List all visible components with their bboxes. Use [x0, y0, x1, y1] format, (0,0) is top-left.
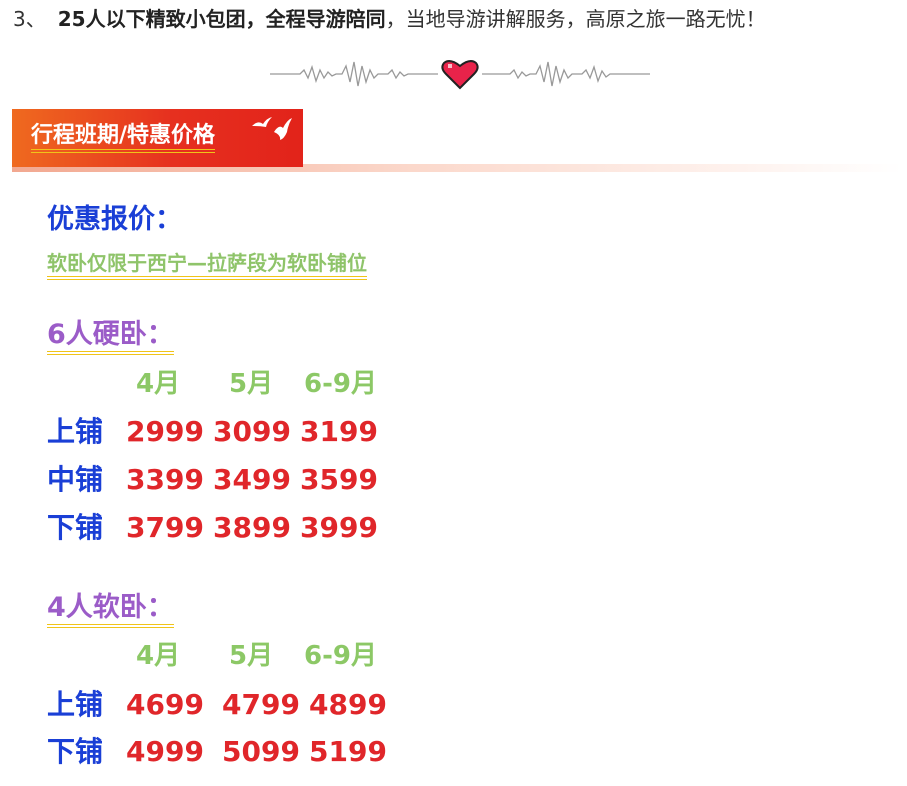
section-header-title: 行程班期/特惠价格 [31, 121, 216, 153]
feature-bold-text: 25人以下精致小包团，全程导游陪同 [57, 7, 386, 31]
hard-berth-lower: 下铺 [47, 511, 104, 544]
feature-line: 3、 25人以下精致小包团，全程导游陪同，当地导游讲解服务，高原之旅一路无忧！ [13, 4, 766, 34]
hard-price-lower-may: 3899 [213, 511, 291, 544]
hard-sleeper-title: 6人硬卧： [47, 316, 174, 355]
soft-price-lower-may: 5099 [222, 735, 300, 768]
hard-month-3: 6-9月 [304, 369, 377, 399]
soft-berth-upper: 上铺 [47, 688, 104, 721]
pricing-title: 优惠报价： [47, 204, 182, 235]
hard-berth-middle: 中铺 [47, 463, 104, 496]
hard-price-upper-may: 3099 [213, 415, 291, 448]
soft-price-upper-jun-sep: 4899 [309, 688, 387, 721]
hard-berth-upper: 上铺 [47, 415, 104, 448]
wave-divider [270, 60, 650, 90]
hard-month-1: 4月 [136, 369, 181, 399]
hard-price-middle-may: 3499 [213, 463, 291, 496]
hard-price-upper-apr: 2999 [126, 415, 204, 448]
feature-plain-text: ，当地导游讲解服务，高原之旅一路无忧！ [385, 7, 766, 31]
hard-month-2: 5月 [229, 369, 274, 399]
soft-sleeper-title: 4人软卧： [47, 589, 174, 628]
soft-month-2: 5月 [229, 641, 274, 671]
soft-month-3: 6-9月 [304, 641, 377, 671]
pricing-note: 软卧仅限于西宁—拉萨段为软卧铺位 [47, 249, 367, 280]
hard-price-middle-jun-sep: 3599 [300, 463, 378, 496]
heart-icon [441, 60, 479, 90]
hard-price-lower-apr: 3799 [126, 511, 204, 544]
soft-month-1: 4月 [136, 641, 181, 671]
feature-number: 3、 [13, 7, 46, 31]
soft-berth-lower: 下铺 [47, 735, 104, 768]
soft-price-lower-apr: 4999 [126, 735, 204, 768]
birds-icon [252, 117, 292, 140]
hard-price-middle-apr: 3399 [126, 463, 204, 496]
hard-price-lower-jun-sep: 3999 [300, 511, 378, 544]
soft-price-upper-apr: 4699 [126, 688, 204, 721]
soft-price-lower-jun-sep: 5199 [309, 735, 387, 768]
hard-price-upper-jun-sep: 3199 [300, 415, 378, 448]
soft-price-upper-may: 4799 [222, 688, 300, 721]
